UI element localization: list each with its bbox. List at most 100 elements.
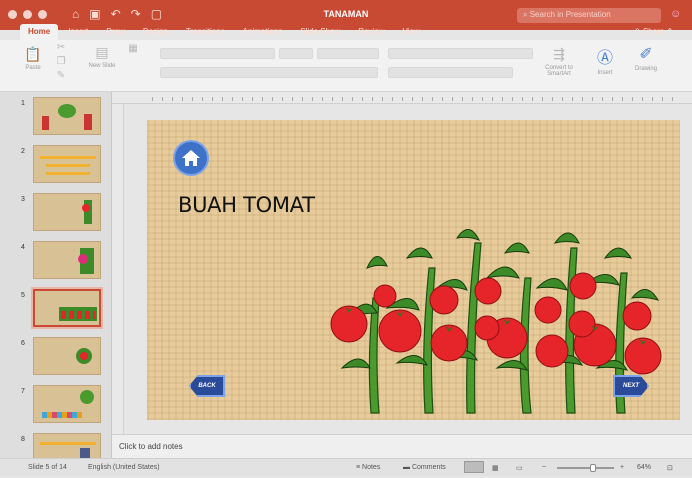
ruler-tick (622, 97, 623, 101)
zoom-slider-knob[interactable] (590, 464, 597, 472)
slide-number: 3 (21, 196, 25, 203)
notes-pane[interactable]: Click to add notes (112, 434, 692, 458)
slide-canvas[interactable]: BUAH TOMAT BACK NEXT (147, 120, 680, 420)
ruler-tick (662, 97, 663, 101)
ruler-tick (542, 97, 543, 101)
vertical-ruler (112, 104, 124, 434)
insert-shape-icon: Ⓐ (596, 50, 613, 67)
ruler-tick (222, 97, 223, 101)
insert-button[interactable]: Ⓐ Insert (590, 44, 620, 76)
brush-icon: ✎ (56, 70, 66, 81)
font-size-buttons[interactable] (317, 48, 379, 59)
slide-title[interactable]: BUAH TOMAT (178, 193, 315, 217)
ruler-tick (582, 97, 583, 101)
slide-thumbnail[interactable] (33, 97, 101, 135)
ruler-tick (602, 97, 603, 101)
convert-smartart-button[interactable]: ⇶ Convert to SmartArt (537, 46, 581, 77)
ruler-tick (322, 97, 323, 101)
format-painter-button[interactable]: ✎ (54, 70, 68, 83)
slide-thumbnail-row[interactable]: 7 (0, 384, 112, 430)
layout-button[interactable]: ▦ (124, 43, 142, 56)
back-button[interactable]: BACK (189, 375, 225, 397)
ruler-tick (212, 97, 213, 101)
slide-thumbnail-row[interactable]: 4 (0, 240, 112, 286)
ruler-tick (452, 97, 453, 101)
ruler-tick (362, 97, 363, 101)
slide-thumbnail[interactable] (33, 337, 101, 375)
new-slide-button[interactable]: ▤ New Slide (88, 44, 116, 69)
ruler-tick (282, 97, 283, 101)
drawing-icon: ✐ (639, 46, 653, 63)
ruler-tick (532, 97, 533, 101)
ruler-tick (442, 97, 443, 101)
share-button[interactable]: ⇪ Share ⌃ (634, 27, 673, 36)
layout-icon: ▦ (128, 43, 138, 54)
copy-icon: ❐ (56, 56, 66, 67)
zoom-level[interactable]: 64% (637, 464, 651, 471)
ruler-tick (302, 97, 303, 101)
tab-design[interactable]: Design (135, 24, 176, 40)
text-format-buttons[interactable] (160, 67, 378, 78)
ruler-tick (412, 97, 413, 101)
normal-view-button[interactable] (464, 461, 484, 473)
tab-slide-show[interactable]: Slide Show (292, 24, 348, 40)
ruler-tick (172, 97, 173, 101)
paragraph-align-buttons[interactable] (388, 67, 513, 78)
ruler-tick (632, 97, 633, 101)
zoom-slider[interactable] (557, 464, 614, 472)
slide-thumbnail[interactable] (33, 193, 101, 231)
ribbon: 📋 Paste ✂ ❐ ✎ ▤ New Slide ▦ ⇶ Convert to… (0, 40, 692, 92)
tab-home[interactable]: Home (20, 24, 59, 40)
slide-number: 4 (21, 244, 25, 251)
status-bar: Slide 5 of 14 English (United States) ≡ … (0, 458, 692, 476)
font-name-select[interactable] (160, 48, 275, 59)
house-icon (182, 150, 200, 166)
language-indicator[interactable]: English (United States) (88, 464, 160, 471)
copy-button[interactable]: ❐ (54, 56, 68, 69)
ruler-tick (342, 97, 343, 101)
paragraph-list-buttons[interactable] (388, 48, 533, 59)
tab-animations[interactable]: Animations (235, 24, 291, 40)
ruler-tick (492, 97, 493, 101)
drawing-button[interactable]: ✐ Drawing (628, 44, 664, 72)
paste-button[interactable]: 📋 Paste (22, 46, 44, 71)
search-input[interactable]: ⌕ Search in Presentation (517, 8, 661, 23)
slide-sorter-icon[interactable]: ▦ (492, 464, 499, 472)
ruler-tick (612, 97, 613, 101)
tab-insert[interactable]: Insert (60, 24, 96, 40)
ruler-tick (312, 97, 313, 101)
slide-thumbnail-row[interactable]: 2 (0, 144, 112, 190)
ruler-tick (402, 97, 403, 101)
tab-draw[interactable]: Draw (98, 24, 133, 40)
slide-thumbnail[interactable] (33, 385, 101, 423)
tab-view[interactable]: View (395, 24, 428, 40)
fit-window-icon[interactable]: ⊡ (667, 464, 673, 472)
slide-thumbnail[interactable] (33, 145, 101, 183)
reading-view-icon[interactable]: ▭ (516, 464, 523, 472)
ruler-tick (242, 97, 243, 101)
tab-review[interactable]: Review (350, 24, 392, 40)
tab-transitions[interactable]: Transitions (178, 24, 233, 40)
slide-number: 8 (21, 436, 25, 443)
user-icon[interactable]: ☺ (670, 8, 681, 20)
slide-thumbnail[interactable] (33, 289, 101, 327)
slide-thumbnail-row[interactable]: 3 (0, 192, 112, 238)
notes-toggle-button[interactable]: ≡ Notes (356, 464, 380, 471)
slide-thumbnail-row[interactable]: 1 (0, 96, 112, 142)
slide-thumbnail[interactable] (33, 241, 101, 279)
ruler-tick (182, 97, 183, 101)
home-button[interactable] (173, 140, 209, 176)
slide-number: 2 (21, 148, 25, 155)
ruler-tick (472, 97, 473, 101)
slide-number: 1 (21, 100, 25, 107)
font-size-select[interactable] (279, 48, 313, 59)
slide-thumbnail-row[interactable]: 6 (0, 336, 112, 382)
ruler-tick (392, 97, 393, 101)
comments-toggle-button[interactable]: ▬ Comments (403, 464, 446, 471)
cut-button[interactable]: ✂ (54, 42, 68, 55)
slide-thumbnail-row[interactable]: 5 (0, 288, 112, 334)
zoom-out-button[interactable]: − (542, 464, 546, 471)
ruler-tick (522, 97, 523, 101)
ruler-tick (272, 97, 273, 101)
zoom-in-button[interactable]: + (620, 464, 624, 471)
